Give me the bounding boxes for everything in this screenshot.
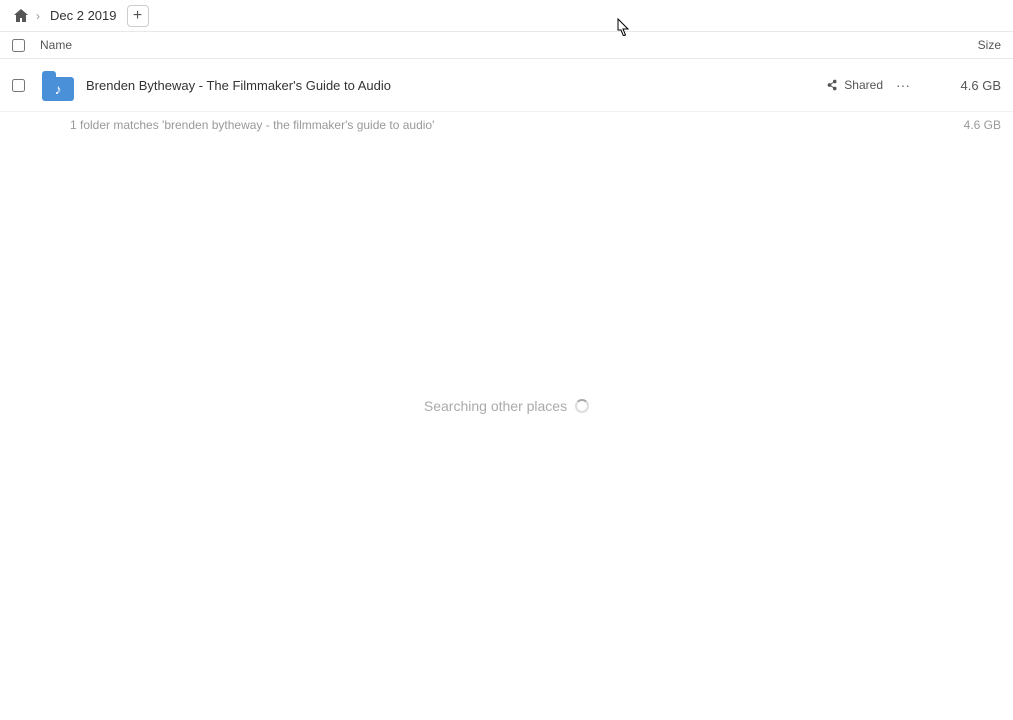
shared-badge[interactable]: Shared [826, 78, 883, 92]
folder-body: ♪ [42, 77, 74, 101]
breadcrumb-separator: › [36, 9, 40, 23]
breadcrumb-add-button[interactable]: + [127, 5, 149, 27]
home-button[interactable] [10, 5, 32, 27]
select-all-input[interactable] [12, 39, 25, 52]
match-info-text: 1 folder matches 'brenden bytheway - the… [70, 118, 434, 132]
file-actions: Shared ··· [826, 73, 915, 97]
audio-folder-icon: ♪ [42, 69, 74, 101]
searching-spinner [575, 399, 589, 413]
row-checkbox-input[interactable] [12, 79, 25, 92]
searching-section: Searching other places [0, 398, 1013, 414]
file-name: Brenden Bytheway - The Filmmaker's Guide… [86, 78, 826, 93]
select-all-checkbox[interactable] [12, 39, 32, 52]
music-note-icon: ♪ [55, 81, 62, 97]
searching-text: Searching other places [424, 398, 567, 414]
file-size: 4.6 GB [931, 78, 1001, 93]
match-info-row: 1 folder matches 'brenden bytheway - the… [0, 112, 1013, 138]
match-info-size: 4.6 GB [964, 118, 1001, 132]
more-options-button[interactable]: ··· [891, 73, 915, 97]
shared-label: Shared [844, 78, 883, 92]
name-column-header: Name [40, 38, 931, 52]
row-checkbox[interactable] [12, 79, 32, 92]
file-row[interactable]: ♪ Brenden Bytheway - The Filmmaker's Gui… [0, 59, 1013, 112]
size-column-header: Size [931, 38, 1001, 52]
breadcrumb-date[interactable]: Dec 2 2019 [44, 6, 123, 25]
table-header: Name Size [0, 32, 1013, 59]
file-icon: ♪ [40, 67, 76, 103]
breadcrumb-bar: › Dec 2 2019 + [0, 0, 1013, 32]
